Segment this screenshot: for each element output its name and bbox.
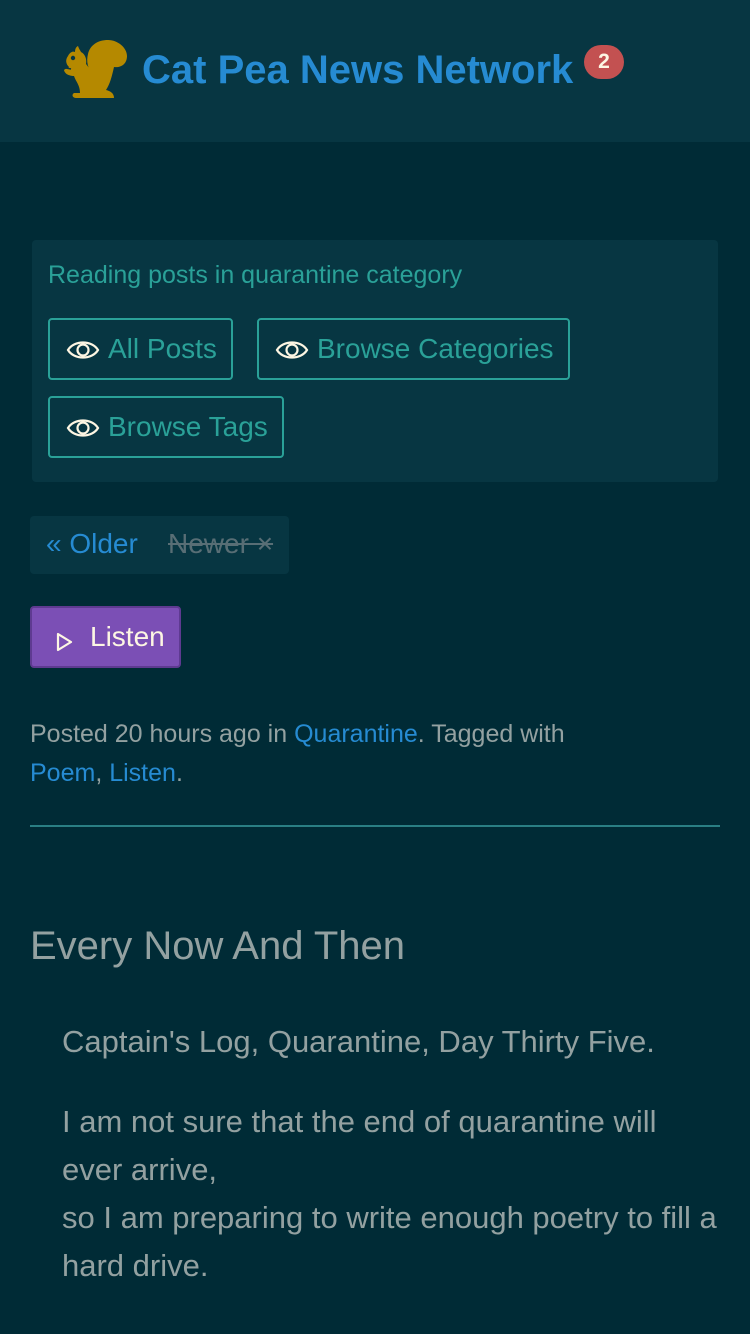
- post-title: Every Now And Then: [30, 924, 406, 968]
- eye-icon: [66, 337, 100, 361]
- tag-separator: ,: [95, 759, 103, 787]
- post-pager: « Older Newer ×: [30, 516, 289, 574]
- poem-line: so I am preparing to write enough poetry…: [62, 1200, 717, 1283]
- browse-categories-label: Browse Categories: [317, 333, 554, 364]
- browse-tags-label: Browse Tags: [108, 411, 268, 442]
- tagged-text: . Tagged with: [417, 720, 565, 748]
- browse-categories-button[interactable]: Browse Categories: [257, 318, 570, 380]
- post-meta: Posted 20 hours ago in Quarantine. Tagge…: [30, 715, 610, 793]
- post-body: Captain's Log, Quarantine, Day Thirty Fi…: [62, 1018, 722, 1322]
- eye-icon: [66, 415, 100, 439]
- category-heading: Reading posts in quarantine category: [48, 261, 463, 289]
- newer-posts-link-disabled: Newer ×: [168, 528, 274, 559]
- divider: [30, 825, 720, 827]
- top-navbar: Cat Pea News Network 2: [0, 0, 750, 142]
- older-posts-link[interactable]: « Older: [46, 528, 138, 560]
- posted-text: Posted 20 hours ago in: [30, 720, 288, 748]
- site-brand-link[interactable]: Cat Pea News Network: [62, 40, 573, 100]
- listen-button[interactable]: Listen: [30, 606, 181, 668]
- poem-stanza: I am not sure that the end of quarantine…: [62, 1098, 722, 1290]
- notification-badge[interactable]: 2: [584, 45, 624, 79]
- all-posts-label: All Posts: [108, 333, 217, 364]
- squirrel-icon: [62, 40, 128, 100]
- poem-line: Captain's Log, Quarantine, Day Thirty Fi…: [62, 1024, 655, 1059]
- tag-link-listen[interactable]: Listen: [109, 759, 176, 787]
- browse-tags-button[interactable]: Browse Tags: [48, 396, 284, 458]
- play-icon: [56, 627, 74, 652]
- eye-icon: [275, 337, 309, 361]
- poem-line: I am not sure that the end of quarantine…: [62, 1104, 657, 1187]
- site-title: Cat Pea News Network: [142, 48, 574, 92]
- category-panel: Reading posts in quarantine category All…: [32, 240, 718, 482]
- poem-stanza: Captain's Log, Quarantine, Day Thirty Fi…: [62, 1018, 722, 1066]
- all-posts-button[interactable]: All Posts: [48, 318, 233, 380]
- meta-end: .: [175, 759, 183, 787]
- category-link[interactable]: Quarantine: [294, 720, 418, 748]
- tag-link-poem[interactable]: Poem: [30, 759, 95, 787]
- listen-label: Listen: [90, 621, 165, 652]
